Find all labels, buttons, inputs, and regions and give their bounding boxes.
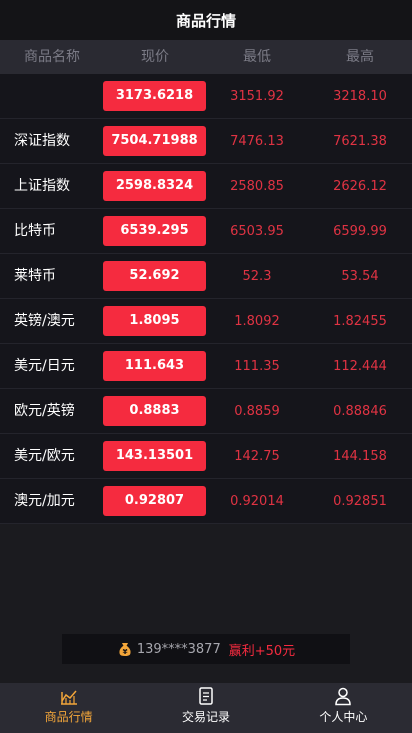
- product-name: 澳元/加元: [14, 493, 75, 509]
- tab-profile-label: 个人中心: [319, 710, 368, 724]
- product-name: 美元/欧元: [14, 448, 75, 464]
- tab-profile[interactable]: 个人中心: [275, 683, 412, 733]
- low-price: 0.92014: [230, 494, 284, 509]
- low-price: 6503.95: [230, 224, 284, 239]
- product-name: 英镑/澳元: [14, 313, 75, 329]
- svg-text:¥: ¥: [122, 648, 127, 656]
- current-price[interactable]: 143.13501: [103, 441, 206, 471]
- product-name: 深证指数: [14, 133, 70, 149]
- table-header: 商品名称 现价 最低 最高: [0, 40, 412, 74]
- notice-profit: 赢利+50元: [228, 643, 296, 659]
- high-price: 7621.38: [333, 134, 387, 149]
- tab-records-label: 交易记录: [181, 710, 230, 724]
- high-price: 2626.12: [333, 179, 387, 194]
- table-row[interactable]: 澳元/加元 0.92807 0.92014 0.92851: [0, 479, 412, 524]
- high-price: 6599.99: [333, 224, 387, 239]
- table-row[interactable]: 美元/日元 111.643 111.35 112.444: [0, 344, 412, 389]
- quote-list: 3173.6218 3151.92 3218.10 深证指数 7504.7198…: [0, 74, 412, 524]
- tab-market-label: 商品行情: [44, 710, 93, 724]
- product-name: 欧元/英镑: [14, 403, 75, 419]
- product-name: 美元/日元: [14, 358, 75, 374]
- current-price[interactable]: 7504.71988: [103, 126, 206, 156]
- current-price[interactable]: 6539.295: [103, 216, 206, 246]
- high-price: 1.82455: [333, 314, 387, 329]
- person-icon: [335, 687, 352, 706]
- high-price: 0.92851: [333, 494, 387, 509]
- page-title: 商品行情: [175, 11, 236, 30]
- record-list-icon: [199, 687, 213, 705]
- low-price: 52.3: [242, 269, 272, 284]
- high-price: 0.88846: [333, 404, 387, 419]
- product-name: 比特币: [14, 223, 56, 239]
- table-row[interactable]: 比特币 6539.295 6503.95 6599.99: [0, 209, 412, 254]
- high-price: 3218.10: [333, 89, 387, 104]
- low-price: 0.8859: [234, 404, 280, 419]
- current-price[interactable]: 3173.6218: [103, 81, 206, 111]
- low-price: 142.75: [234, 449, 280, 464]
- notice-user: 139****3877: [136, 641, 221, 657]
- table-row[interactable]: 3173.6218 3151.92 3218.10: [0, 74, 412, 119]
- current-price[interactable]: 52.692: [103, 261, 206, 291]
- header-bar: 商品行情: [0, 0, 412, 40]
- product-name: 莱特币: [14, 268, 56, 284]
- high-price: 144.158: [333, 449, 387, 464]
- table-row[interactable]: 莱特币 52.692 52.3 53.54: [0, 254, 412, 299]
- bottom-tab-bar: 商品行情 交易记录 个人中心: [0, 683, 412, 733]
- column-header-price: 现价: [141, 49, 169, 65]
- current-price[interactable]: 0.8883: [103, 396, 206, 426]
- money-bag-icon: ¥: [119, 643, 131, 656]
- table-row[interactable]: 英镑/澳元 1.8095 1.8092 1.82455: [0, 299, 412, 344]
- current-price[interactable]: 1.8095: [103, 306, 206, 336]
- low-price: 111.35: [234, 359, 280, 374]
- column-header-name: 商品名称: [24, 49, 80, 65]
- table-row[interactable]: 上证指数 2598.8324 2580.85 2626.12: [0, 164, 412, 209]
- low-price: 7476.13: [230, 134, 284, 149]
- column-header-low: 最低: [243, 49, 271, 65]
- tab-market[interactable]: 商品行情: [0, 683, 137, 733]
- product-name: 上证指数: [14, 178, 70, 194]
- high-price: 53.54: [341, 269, 379, 284]
- low-price: 2580.85: [230, 179, 284, 194]
- current-price[interactable]: 2598.8324: [103, 171, 206, 201]
- tab-records[interactable]: 交易记录: [137, 683, 274, 733]
- market-chart-icon: [60, 690, 77, 705]
- current-price[interactable]: 111.643: [103, 351, 206, 381]
- table-row[interactable]: 美元/欧元 143.13501 142.75 144.158: [0, 434, 412, 479]
- table-row[interactable]: 深证指数 7504.71988 7476.13 7621.38: [0, 119, 412, 164]
- column-header-high: 最高: [346, 49, 374, 65]
- table-row[interactable]: 欧元/英镑 0.8883 0.8859 0.88846: [0, 389, 412, 434]
- low-price: 1.8092: [234, 314, 280, 329]
- high-price: 112.444: [333, 359, 387, 374]
- current-price[interactable]: 0.92807: [103, 486, 206, 516]
- low-price: 3151.92: [230, 89, 284, 104]
- profit-notice: ¥ 139****3877 赢利+50元: [62, 634, 350, 664]
